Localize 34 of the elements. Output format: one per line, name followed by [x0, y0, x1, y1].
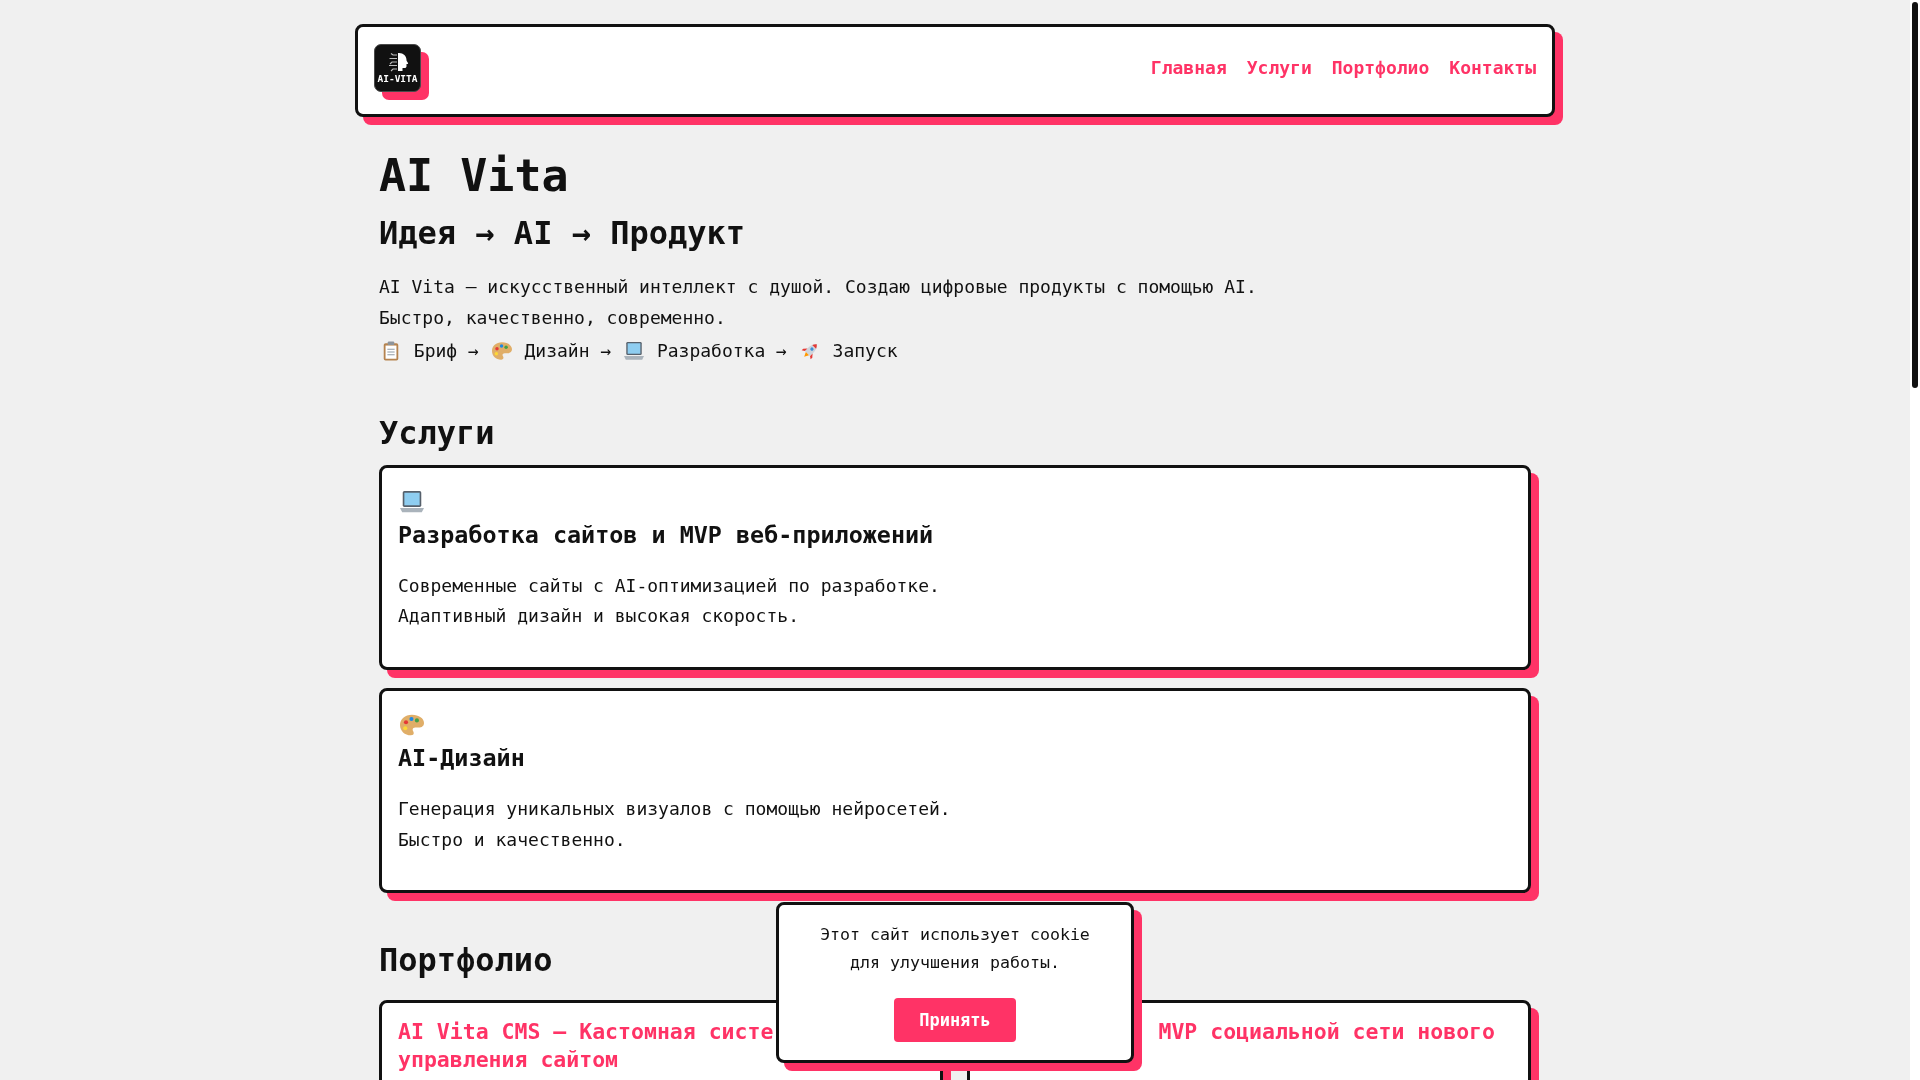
nav-link[interactable]: Портфолио: [1331, 56, 1430, 80]
scrollbar-thumb[interactable]: [1912, 2, 1918, 388]
site-title: AI Vita: [379, 149, 569, 203]
laptop-icon: [398, 489, 426, 514]
step-label: Дизайн: [524, 339, 590, 364]
project-title[interactable]: MVP социальной сети нового: [1158, 1017, 1495, 1046]
nav-link[interactable]: Главная: [1150, 56, 1227, 80]
card-text: Современные сайты с AI-оптимизацией по разработке.: [398, 573, 940, 598]
card-title: Разработка сайтов и MVP веб-приложений: [398, 519, 934, 551]
intro-text: Быстро, качественно, современно.: [379, 305, 726, 330]
accept-button[interactable]: Принять: [894, 998, 1016, 1042]
step-arrow: →: [776, 339, 787, 364]
palette-icon: [490, 341, 513, 362]
intro-text: AI Vita — искусственный интеллект с душой. Создаю цифровые продукты с помощью AI.: [379, 275, 1257, 299]
nav-link[interactable]: Контакты: [1449, 56, 1536, 80]
card-text: Быстро и качественно.: [398, 827, 626, 852]
step-arrow: →: [600, 339, 612, 364]
step-arrow: →: [468, 339, 479, 364]
section-heading: Портфолио: [379, 941, 553, 980]
logo-text: AI-VITA: [377, 74, 418, 84]
card-text: Адаптивный дизайн и высокая скорость.: [398, 604, 799, 629]
step-label: Бриф: [413, 339, 458, 364]
project-title[interactable]: AI Vita CMS — Кастомная систе управления сайтом: [398, 1017, 774, 1074]
section-heading: Услуги: [379, 413, 495, 452]
step-label: Запуск: [832, 339, 898, 364]
tagline: Идея → AI → Продукт: [379, 214, 746, 252]
card-text: Генерация уникальных визуалов с помощью нейросетей.: [398, 796, 951, 821]
card-title: AI-Дизайн: [398, 742, 525, 774]
step-label: Разработка: [656, 339, 766, 364]
palette-icon: [398, 712, 426, 737]
scrollbar[interactable]: [1910, 0, 1920, 1080]
nav-link[interactable]: Услуги: [1246, 56, 1312, 80]
laptop-icon: [623, 341, 646, 362]
cookie-text: Этот сайт использует cookie для улучшения работы.: [819, 924, 1091, 974]
